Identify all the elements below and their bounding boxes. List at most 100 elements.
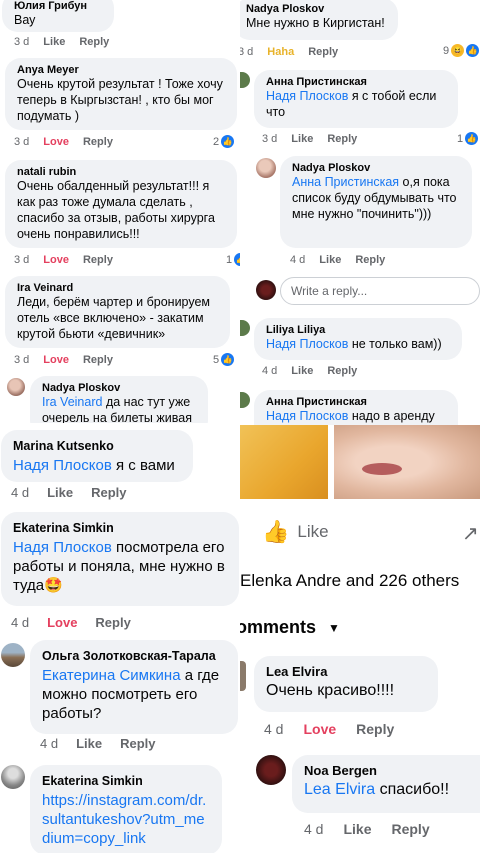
comment-bubble: Anya Meyer Очень крутой результат ! Тоже… <box>5 58 237 130</box>
reply-button[interactable]: Reply <box>91 485 126 500</box>
comment-age: 4 d <box>264 721 284 737</box>
left-panel-lower: Marina Kutsenko Надя Плосков я с вами 4 … <box>0 423 240 853</box>
right-panel: Nadya Ploskov Мне нужно в Киргистан! 3 d… <box>240 0 480 425</box>
comment-bubble: Ольга Золотковская-Тарала Екатерина Симк… <box>30 640 238 734</box>
like-button[interactable]: 👍 Like <box>262 519 329 545</box>
mention-link[interactable]: Надя Плосков <box>13 457 112 474</box>
like-button[interactable]: Like <box>291 365 313 377</box>
reply-input[interactable]: Write a reply... <box>280 277 480 305</box>
like-button[interactable]: Like <box>76 736 102 751</box>
avatar[interactable] <box>256 158 276 178</box>
comment-text: Мне нужно в Киргистан! <box>246 16 385 30</box>
comment-author[interactable]: Ira Veinard <box>17 282 218 294</box>
reply-button[interactable]: Reply <box>120 736 155 751</box>
avatar[interactable] <box>240 661 246 691</box>
avatar[interactable] <box>1 643 25 667</box>
reaction-count[interactable]: 2 👍 <box>213 135 235 148</box>
reaction-count-number: 1 <box>457 132 464 145</box>
reply-button[interactable]: Reply <box>83 254 113 266</box>
like-button[interactable]: Like <box>319 254 341 266</box>
like-reaction-icon: 👍 <box>466 44 480 57</box>
avatar[interactable] <box>240 72 250 88</box>
comment-bubble: natali rubin Очень обалденный результат!… <box>5 160 237 248</box>
reply-button[interactable]: Reply <box>95 615 130 630</box>
comment-author[interactable]: Nadya Ploskov <box>292 162 460 174</box>
avatar[interactable] <box>7 378 25 396</box>
comment-author[interactable]: Anya Meyer <box>17 64 225 76</box>
comment-author[interactable]: Marina Kutsenko <box>13 439 181 453</box>
comment-actions: 4 d Like Reply <box>11 485 141 500</box>
reply-button[interactable]: Reply <box>308 46 338 58</box>
love-reaction-button[interactable]: Love <box>43 136 69 148</box>
comment-bubble: Ekaterina Simkin Надя Плосков посмотрела… <box>1 512 239 606</box>
reactors-summary[interactable]: Elenka Andre and 226 others <box>240 571 459 591</box>
reply-button[interactable]: Reply <box>79 36 109 48</box>
comment-author[interactable]: Lea Elvira <box>266 664 426 679</box>
mention-link[interactable]: Надя Плосков <box>13 539 112 556</box>
comment-author[interactable]: Nadya Ploskov <box>246 3 386 15</box>
comment-author[interactable]: Liliya Liliya <box>266 324 450 336</box>
comment-author[interactable]: Анна Пристинская <box>266 76 446 88</box>
right-panel-lower: 👍 Like ↗ Elenka Andre and 226 others omme… <box>240 425 480 853</box>
share-icon[interactable]: ↗ <box>462 521 479 546</box>
comment-author[interactable]: natali rubin <box>17 166 225 178</box>
reply-button[interactable]: Reply <box>356 721 394 737</box>
comment-author[interactable]: Юлия Грибун <box>14 0 102 12</box>
like-button[interactable]: Like <box>47 485 73 500</box>
comment-age: 3 d <box>14 36 30 48</box>
comment-author[interactable]: Ольга Золотковская-Тарала <box>42 649 226 663</box>
comment-actions: 4 d Love Reply <box>264 721 408 737</box>
lips <box>362 463 402 475</box>
comment-bubble: Ekaterina Simkin https://instagram.com/d… <box>30 765 222 853</box>
mention-link[interactable]: Анна Пристинская <box>292 175 399 189</box>
user-avatar[interactable] <box>256 280 276 300</box>
mention-link[interactable]: Lea Elvira <box>304 781 375 798</box>
love-reaction-button[interactable]: Love <box>43 254 69 266</box>
post-photo-left[interactable] <box>240 425 328 499</box>
avatar[interactable] <box>256 755 286 785</box>
like-button[interactable]: Like <box>343 821 371 837</box>
mention-link[interactable]: Ira Veinard <box>42 395 102 409</box>
mention-link[interactable]: Екатерина Симкина <box>42 667 181 684</box>
instagram-link[interactable]: https://instagram.com/dr.sultantukeshov?… <box>42 791 210 848</box>
avatar[interactable] <box>1 765 25 789</box>
reaction-count[interactable]: 9😆👍♥ <box>443 44 480 57</box>
reaction-count[interactable]: 5 👍 <box>213 353 235 366</box>
comment-bubble: Юлия Грибун Вау <box>2 0 114 32</box>
comment-text: Вау <box>14 13 36 27</box>
comment-author[interactable]: Nadya Ploskov <box>42 382 196 394</box>
comment-bubble: Noa Bergen Lea Elvira спасибо!! <box>292 755 480 813</box>
love-reaction-button[interactable]: Love <box>47 615 77 630</box>
love-reaction-button[interactable]: Love <box>303 721 336 737</box>
like-button[interactable]: Like <box>43 36 65 48</box>
comment-age: 3 d <box>240 46 254 58</box>
avatar[interactable] <box>240 392 250 408</box>
reaction-count[interactable]: 1👍 <box>457 132 479 145</box>
reaction-count[interactable]: 1👍 <box>226 253 240 266</box>
comment-actions: 4 d Like Reply <box>262 365 371 377</box>
reply-button[interactable]: Reply <box>83 136 113 148</box>
reaction-count-number: 2 <box>213 135 220 148</box>
love-reaction-button[interactable]: Love <box>43 354 69 366</box>
comments-sort[interactable]: omments ▼ <box>240 617 340 638</box>
comment-text: надо в аренду <box>348 409 435 423</box>
mention-link[interactable]: Надя Плосков <box>266 337 348 351</box>
comment-age: 4 d <box>40 736 59 751</box>
reply-button[interactable]: Reply <box>327 133 357 145</box>
avatar[interactable] <box>240 320 250 336</box>
comment-author[interactable]: Noa Bergen <box>304 763 468 778</box>
reply-button[interactable]: Reply <box>355 254 385 266</box>
haha-reaction-button[interactable]: Haha <box>267 46 294 58</box>
comment-bubble: Nadya Ploskov Анна Пристинская о,я пока … <box>280 156 472 248</box>
comment-author[interactable]: Ekaterina Simkin <box>13 521 227 535</box>
mention-link[interactable]: Надя Плосков <box>266 409 348 423</box>
reply-button[interactable]: Reply <box>391 821 429 837</box>
comment-author[interactable]: Анна Пристинская <box>266 396 446 408</box>
like-button[interactable]: Like <box>291 133 313 145</box>
mention-link[interactable]: Надя Плосков <box>266 89 348 103</box>
reply-button[interactable]: Reply <box>83 354 113 366</box>
post-photo-right[interactable] <box>334 425 480 499</box>
comment-author[interactable]: Ekaterina Simkin <box>42 774 210 788</box>
reply-button[interactable]: Reply <box>327 365 357 377</box>
comment-age: 3 d <box>262 133 278 145</box>
